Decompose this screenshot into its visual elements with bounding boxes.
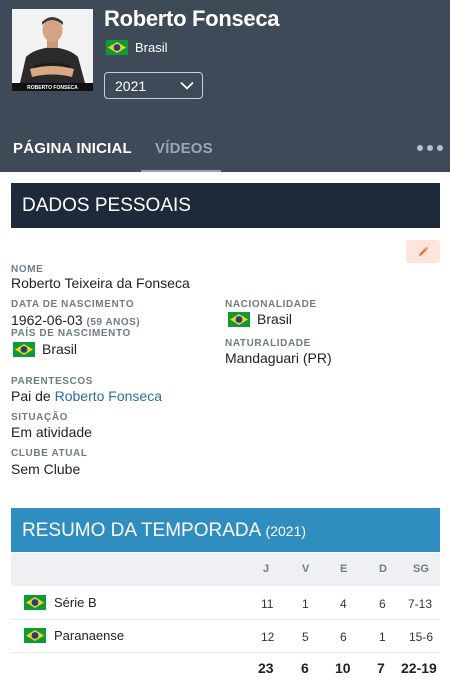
nationality-label: NACIONALIDADE xyxy=(225,299,317,310)
col-header-e: E xyxy=(340,563,348,575)
birth-date-label: DATA DE NASCIMENTO xyxy=(11,299,135,310)
relative-link[interactable]: Roberto Fonseca xyxy=(55,388,162,404)
profile-country: Brasil xyxy=(106,40,168,55)
current-club-value: Sem Clube xyxy=(11,461,81,477)
col-header-v: V xyxy=(302,563,310,575)
competition-cell: Série B xyxy=(24,595,97,610)
profile-header: ROBERTO FONSECA Roberto Fonseca Brasil 2… xyxy=(0,0,450,172)
col-header-d: D xyxy=(379,563,387,575)
cell-e: 4 xyxy=(340,597,347,611)
cell-d: 6 xyxy=(379,597,386,611)
birthplace-value: Mandaguari (PR) xyxy=(225,350,332,366)
avatar: ROBERTO FONSECA xyxy=(12,9,93,91)
total-d: 7 xyxy=(377,660,385,676)
nationality-text: Brasil xyxy=(257,311,293,327)
brazil-flag-icon xyxy=(106,40,128,55)
season-select-value: 2021 xyxy=(115,77,147,94)
birth-date: 1962-06-03 xyxy=(11,312,83,328)
photo-caption: ROBERTO FONSECA xyxy=(27,85,78,91)
col-header-sg: SG xyxy=(413,563,429,575)
col-header-j: J xyxy=(263,563,270,575)
chevron-down-icon xyxy=(180,81,194,90)
pencil-icon xyxy=(419,246,429,256)
brazil-flag-icon xyxy=(24,595,46,610)
relatives-value: Pai de Roberto Fonseca xyxy=(11,388,162,404)
season-summary-header: RESUMO DA TEMPORADA (2021) xyxy=(11,508,440,552)
season-summary-title: RESUMO DA TEMPORADA xyxy=(22,520,261,541)
competition-name: Paranaense xyxy=(54,628,125,643)
brazil-flag-icon xyxy=(13,341,35,357)
country-label: Brasil xyxy=(135,40,168,55)
brazil-flag-icon xyxy=(24,628,46,643)
status-value: Em atividade xyxy=(11,424,92,440)
birth-country-text: Brasil xyxy=(42,341,78,357)
cell-e: 6 xyxy=(340,630,347,644)
relatives-prefix: Pai de xyxy=(11,388,55,404)
cell-v: 1 xyxy=(302,597,309,611)
edit-button[interactable] xyxy=(406,240,440,263)
cell-sg: 15-6 xyxy=(409,630,434,644)
total-j: 23 xyxy=(258,660,274,676)
name-value: Roberto Teixeira da Fonseca xyxy=(11,275,190,291)
tab-bar: PÁGINA INICIAL VÍDEOS xyxy=(0,130,450,172)
cell-sg: 7-13 xyxy=(408,597,433,611)
table-row[interactable]: Paranaense 12 5 6 1 15-6 xyxy=(11,620,440,653)
brazil-flag-icon xyxy=(228,311,250,327)
total-e: 10 xyxy=(335,660,351,676)
season-table-header: J V E D SG xyxy=(11,553,440,586)
competition-name: Série B xyxy=(54,595,97,610)
current-club-label: CLUBE ATUAL xyxy=(11,448,88,459)
cell-v: 5 xyxy=(302,630,309,644)
birth-country-label: PAÍS DE NASCIMENTO xyxy=(11,328,131,339)
birthplace-label: NATURALIDADE xyxy=(225,338,311,349)
birth-country-value: Brasil xyxy=(13,341,77,357)
personal-data-header: DADOS PESSOAIS xyxy=(11,183,440,228)
cell-j: 11 xyxy=(261,597,274,611)
more-dots-icon[interactable] xyxy=(416,142,444,154)
total-v: 6 xyxy=(301,660,309,676)
cell-d: 1 xyxy=(379,630,386,644)
season-year: (2021) xyxy=(265,523,307,539)
age-value: (59 ANOS) xyxy=(86,317,141,328)
name-label: NOME xyxy=(11,264,44,275)
tab-indicator xyxy=(141,170,221,172)
profile-name: Roberto Fonseca xyxy=(104,6,280,31)
table-row[interactable]: Série B 11 1 4 6 7-13 xyxy=(11,587,440,620)
total-sg: 22-19 xyxy=(401,660,437,676)
competition-cell: Paranaense xyxy=(24,628,124,643)
tab-videos[interactable]: VÍDEOS xyxy=(155,140,213,157)
birth-date-value: 1962-06-03 (59 ANOS) xyxy=(11,312,140,328)
cell-j: 12 xyxy=(261,630,275,644)
relatives-label: PARENTESCOS xyxy=(11,376,93,387)
status-label: SITUAÇÃO xyxy=(11,412,69,423)
nationality-value: Brasil xyxy=(228,311,292,327)
season-select[interactable]: 2021 xyxy=(104,72,203,99)
tab-home[interactable]: PÁGINA INICIAL xyxy=(13,140,132,157)
